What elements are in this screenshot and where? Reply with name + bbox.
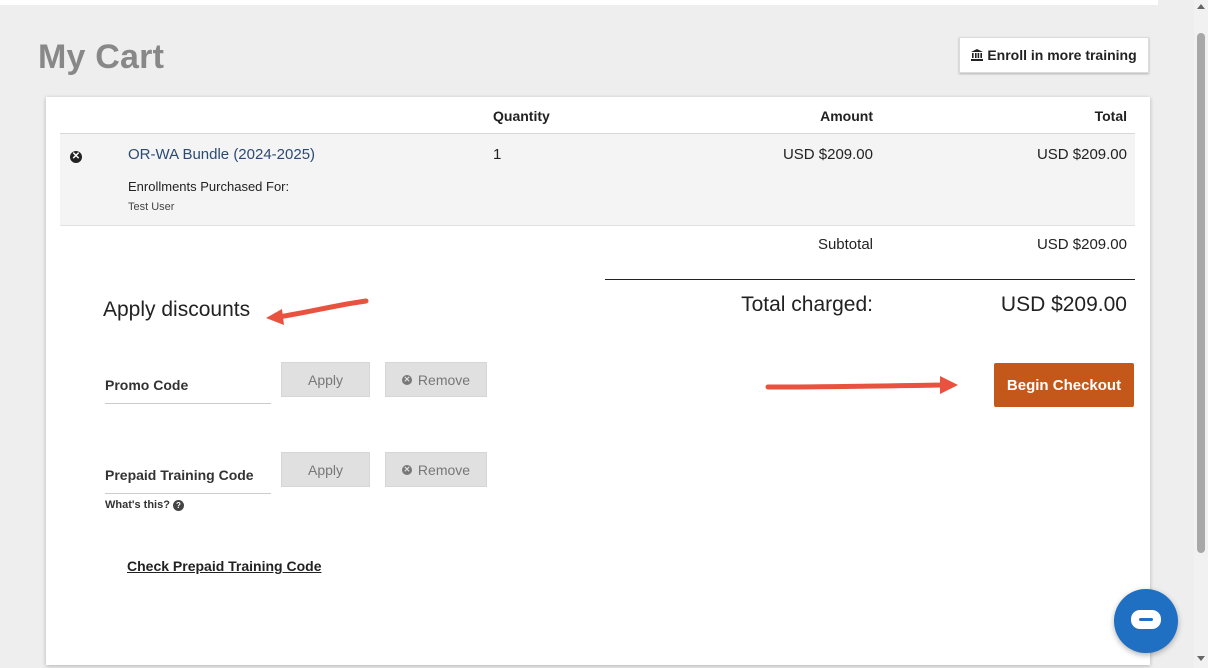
cart-item-name[interactable]: OR-WA Bundle (2024-2025)	[128, 146, 315, 163]
promo-remove-button[interactable]: ✕ Remove	[385, 362, 487, 397]
remove-item-icon[interactable]: ✕	[70, 151, 82, 163]
column-header-amount: Amount	[820, 108, 873, 124]
cart-item-amount: USD $209.00	[782, 146, 873, 163]
promo-code-field[interactable]: Promo Code	[105, 377, 188, 393]
total-charged-value: USD $209.00	[1000, 293, 1127, 316]
scrollbar-thumb[interactable]	[1197, 33, 1205, 553]
cart-item-quantity: 1	[493, 146, 502, 163]
total-divider	[605, 279, 1135, 280]
whats-this-label: What's this?	[105, 499, 170, 511]
enroll-more-label: Enroll in more training	[987, 47, 1137, 63]
promo-remove-label: Remove	[417, 371, 471, 388]
prepaid-remove-button[interactable]: ✕ Remove	[385, 452, 487, 487]
purchased-for-label: Enrollments Purchased For:	[128, 179, 290, 194]
subtotal-value: USD $209.00	[1036, 236, 1127, 253]
question-circle-icon: ?	[172, 499, 184, 511]
top-bar	[0, 0, 1158, 5]
prepaid-apply-label: Apply	[307, 461, 344, 478]
begin-checkout-label: Begin Checkout	[1006, 376, 1122, 394]
prepaid-code-underline	[105, 493, 271, 494]
chat-button[interactable]	[1114, 589, 1178, 653]
begin-checkout-button[interactable]: Begin Checkout	[994, 363, 1134, 407]
apply-discounts-heading: Apply discounts	[103, 298, 251, 321]
prepaid-code-field[interactable]: Prepaid Training Code	[105, 467, 254, 483]
column-header-quantity: Quantity	[493, 108, 550, 124]
promo-code-underline	[105, 403, 271, 404]
remove-circle-icon: ✕	[401, 374, 412, 385]
cart-card: Quantity Amount Total ✕ OR-WA Bundle (20…	[46, 97, 1150, 665]
promo-apply-label: Apply	[307, 371, 344, 388]
whats-this-link[interactable]: What's this? ?	[105, 499, 184, 511]
page-title: My Cart	[38, 38, 165, 76]
scroll-up-icon[interactable]	[1197, 4, 1205, 9]
prepaid-apply-button[interactable]: Apply	[281, 452, 370, 487]
check-prepaid-code-link[interactable]: Check Prepaid Training Code	[127, 558, 322, 574]
chat-icon	[1131, 610, 1161, 629]
remove-circle-icon: ✕	[401, 464, 412, 475]
enroll-more-button[interactable]: Enroll in more training	[959, 37, 1149, 73]
institution-icon	[971, 49, 984, 61]
prepaid-remove-label: Remove	[417, 461, 471, 478]
scroll-down-icon[interactable]	[1197, 656, 1205, 661]
total-charged-label: Total charged:	[741, 293, 873, 316]
subtotal-label: Subtotal	[817, 236, 873, 253]
promo-apply-button[interactable]: Apply	[281, 362, 370, 397]
column-header-total: Total	[1094, 108, 1127, 124]
cart-item-total: USD $209.00	[1036, 146, 1127, 163]
row-divider	[60, 225, 1135, 226]
annotation-arrow-right-icon	[765, 376, 958, 394]
page-scrollbar[interactable]	[1194, 0, 1208, 668]
annotation-arrow-left-icon	[266, 298, 369, 325]
purchased-for-user: Test User	[128, 201, 175, 213]
